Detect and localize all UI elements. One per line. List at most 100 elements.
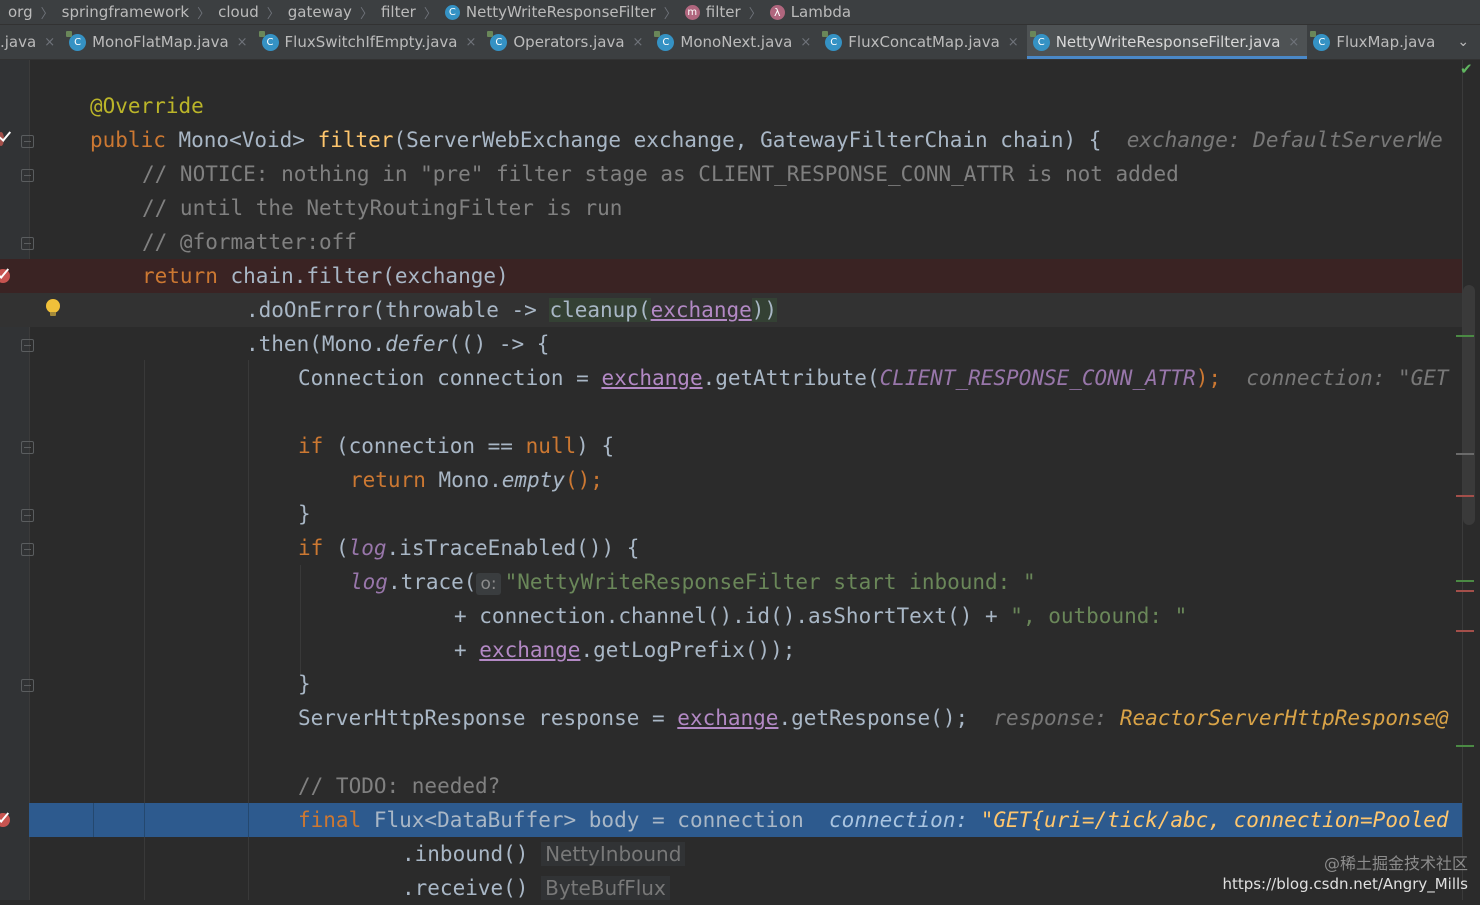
breadcrumb-filter-package[interactable]: filter: [373, 3, 416, 21]
code-text: chain.filter(exchange): [217, 264, 509, 288]
breadcrumb-separator: 〉: [748, 6, 762, 22]
code-line[interactable]: .then(Mono.defer(() -> {: [0, 327, 1462, 361]
breakpoint-marker[interactable]: [1456, 495, 1474, 497]
fold-marker[interactable]: [21, 339, 34, 352]
breadcrumb-springframework[interactable]: springframework: [54, 3, 189, 21]
breadcrumb-separator: 〉: [40, 6, 54, 22]
fold-marker[interactable]: [21, 509, 34, 522]
breadcrumb-cloud[interactable]: cloud: [210, 3, 259, 21]
scrollbar-thumb[interactable]: [1463, 285, 1475, 525]
close-icon[interactable]: ×: [465, 35, 476, 50]
debug-value-hint: connection:: [829, 808, 981, 832]
code-line[interactable]: // NOTICE: nothing in "pre" filter stage…: [0, 157, 1462, 191]
tab-monoflatmap[interactable]: C MonoFlatMap.java ×: [63, 25, 255, 59]
breadcrumb-separator: 〉: [197, 6, 211, 22]
code-line[interactable]: if (log.isTraceEnabled()) {: [0, 531, 1462, 565]
type-inlay-hint: ByteBufFlux: [541, 876, 670, 900]
code-text: .doOnError(throwable ->: [246, 298, 550, 322]
change-marker[interactable]: [1456, 745, 1474, 747]
breadcrumb-method[interactable]: m filter: [677, 3, 741, 21]
fold-marker[interactable]: [21, 441, 34, 454]
watermark-url: https://blog.csdn.net/Angry_Mills: [1222, 875, 1468, 893]
code-line[interactable]: Connection connection = exchange.getAttr…: [0, 361, 1462, 395]
lightbulb-icon[interactable]: [46, 299, 60, 316]
chevron-down-icon[interactable]: ⌄: [1443, 25, 1480, 59]
tab-label: FluxMap.java: [1336, 33, 1436, 51]
editor-tab-bar: .java × C MonoFlatMap.java × C FluxSwitc…: [0, 25, 1480, 60]
fold-marker[interactable]: [21, 543, 34, 556]
java-class-file-icon: C: [654, 30, 675, 51]
code-text: (() -> {: [448, 332, 550, 356]
breadcrumb-separator: 〉: [663, 6, 677, 22]
code-text: .receive(): [402, 876, 529, 900]
close-icon[interactable]: ×: [800, 35, 811, 50]
fold-marker[interactable]: [21, 237, 34, 250]
breadcrumb-gateway[interactable]: gateway: [280, 3, 352, 21]
change-marker[interactable]: [1456, 453, 1474, 455]
breadcrumb-lambda[interactable]: λ Lambda: [762, 3, 851, 21]
java-class-file-icon: C: [66, 30, 87, 51]
code-line[interactable]: if (connection == null) {: [0, 429, 1462, 463]
tab-fluxswitchifempty[interactable]: C FluxSwitchIfEmpty.java ×: [256, 25, 485, 59]
code-text: Flux<DataBuffer> body = connection: [361, 808, 804, 832]
code-line[interactable]: .doOnError(throwable -> cleanup(exchange…: [0, 293, 1462, 327]
close-icon[interactable]: ×: [237, 35, 248, 50]
indent-guide: [144, 803, 145, 837]
code-line[interactable]: + connection.channel().id().asShortText(…: [0, 599, 1462, 633]
tab-fluxmap[interactable]: C FluxMap.java: [1307, 25, 1443, 59]
code-line[interactable]: @Override: [0, 89, 1462, 123]
code-editor[interactable]: @Override public Mono<Void> filter(Serve…: [0, 60, 1480, 900]
indent-guide: [248, 803, 249, 837]
close-icon[interactable]: ×: [44, 35, 55, 50]
code-text: (: [323, 536, 349, 560]
code-line[interactable]: // @formatter:off: [0, 225, 1462, 259]
breadcrumb-label: NettyWriteResponseFilter: [465, 3, 656, 21]
change-marker[interactable]: [1456, 580, 1474, 582]
code-line[interactable]: return Mono.empty();: [0, 463, 1462, 497]
tab-label: Operators.java: [513, 33, 625, 51]
breadcrumb-class[interactable]: C NettyWriteResponseFilter: [437, 3, 656, 21]
code-line[interactable]: + exchange.getLogPrefix());: [0, 633, 1462, 667]
code-text: (connection ==: [323, 434, 526, 458]
tab-fluxconcatmap[interactable]: C FluxConcatMap.java ×: [819, 25, 1026, 59]
inspection-ok-icon[interactable]: ✔: [1460, 60, 1473, 78]
execution-point-line[interactable]: final Flux<DataBuffer> body = connection…: [29, 803, 1462, 837]
fold-marker[interactable]: [21, 135, 34, 148]
tab-operators[interactable]: C Operators.java ×: [484, 25, 651, 59]
comment: // until the NettyRoutingFilter is run: [142, 196, 623, 220]
java-class-file-icon: C: [1029, 30, 1050, 51]
code-text: + connection.channel().id().asShortText(…: [454, 604, 1011, 628]
breakpoint-line[interactable]: return chain.filter(exchange): [0, 259, 1462, 293]
java-class-file-icon: C: [1310, 30, 1331, 51]
code-line[interactable]: ServerHttpResponse response = exchange.g…: [0, 701, 1462, 735]
code-line[interactable]: }: [0, 667, 1462, 701]
code-line[interactable]: // TODO: needed?: [0, 769, 1462, 803]
close-icon[interactable]: ×: [1288, 35, 1299, 50]
code-text: .getAttribute(: [702, 366, 880, 390]
code-line[interactable]: public Mono<Void> filter(ServerWebExchan…: [0, 123, 1462, 157]
keyword: public: [90, 128, 166, 152]
code-text: +: [454, 638, 480, 662]
tab-nettywriteresponsefilter[interactable]: C NettyWriteResponseFilter.java ×: [1026, 25, 1308, 59]
code-text: .getLogPrefix());: [580, 638, 796, 662]
fold-marker[interactable]: [21, 679, 34, 692]
breadcrumb-org[interactable]: org: [0, 3, 33, 21]
code-line[interactable]: log.trace(o: "NettyWriteResponseFilter st…: [0, 565, 1462, 599]
tab-mononext[interactable]: C MonoNext.java ×: [651, 25, 819, 59]
method-call: cleanup: [549, 298, 638, 322]
code-text: .then(Mono.: [246, 332, 386, 356]
breakpoint-marker[interactable]: [1456, 590, 1474, 592]
breakpoint-marker[interactable]: [1456, 630, 1474, 632]
tab-label: .java: [0, 33, 37, 51]
fold-marker[interactable]: [21, 169, 34, 182]
change-marker[interactable]: [1456, 335, 1474, 337]
tab-partial-java[interactable]: .java ×: [0, 25, 63, 59]
code-line[interactable]: }: [0, 497, 1462, 531]
close-icon[interactable]: ×: [633, 35, 644, 50]
close-icon[interactable]: ×: [1008, 35, 1019, 50]
type-inlay-hint: NettyInbound: [541, 842, 686, 866]
code-line[interactable]: // until the NettyRoutingFilter is run: [0, 191, 1462, 225]
